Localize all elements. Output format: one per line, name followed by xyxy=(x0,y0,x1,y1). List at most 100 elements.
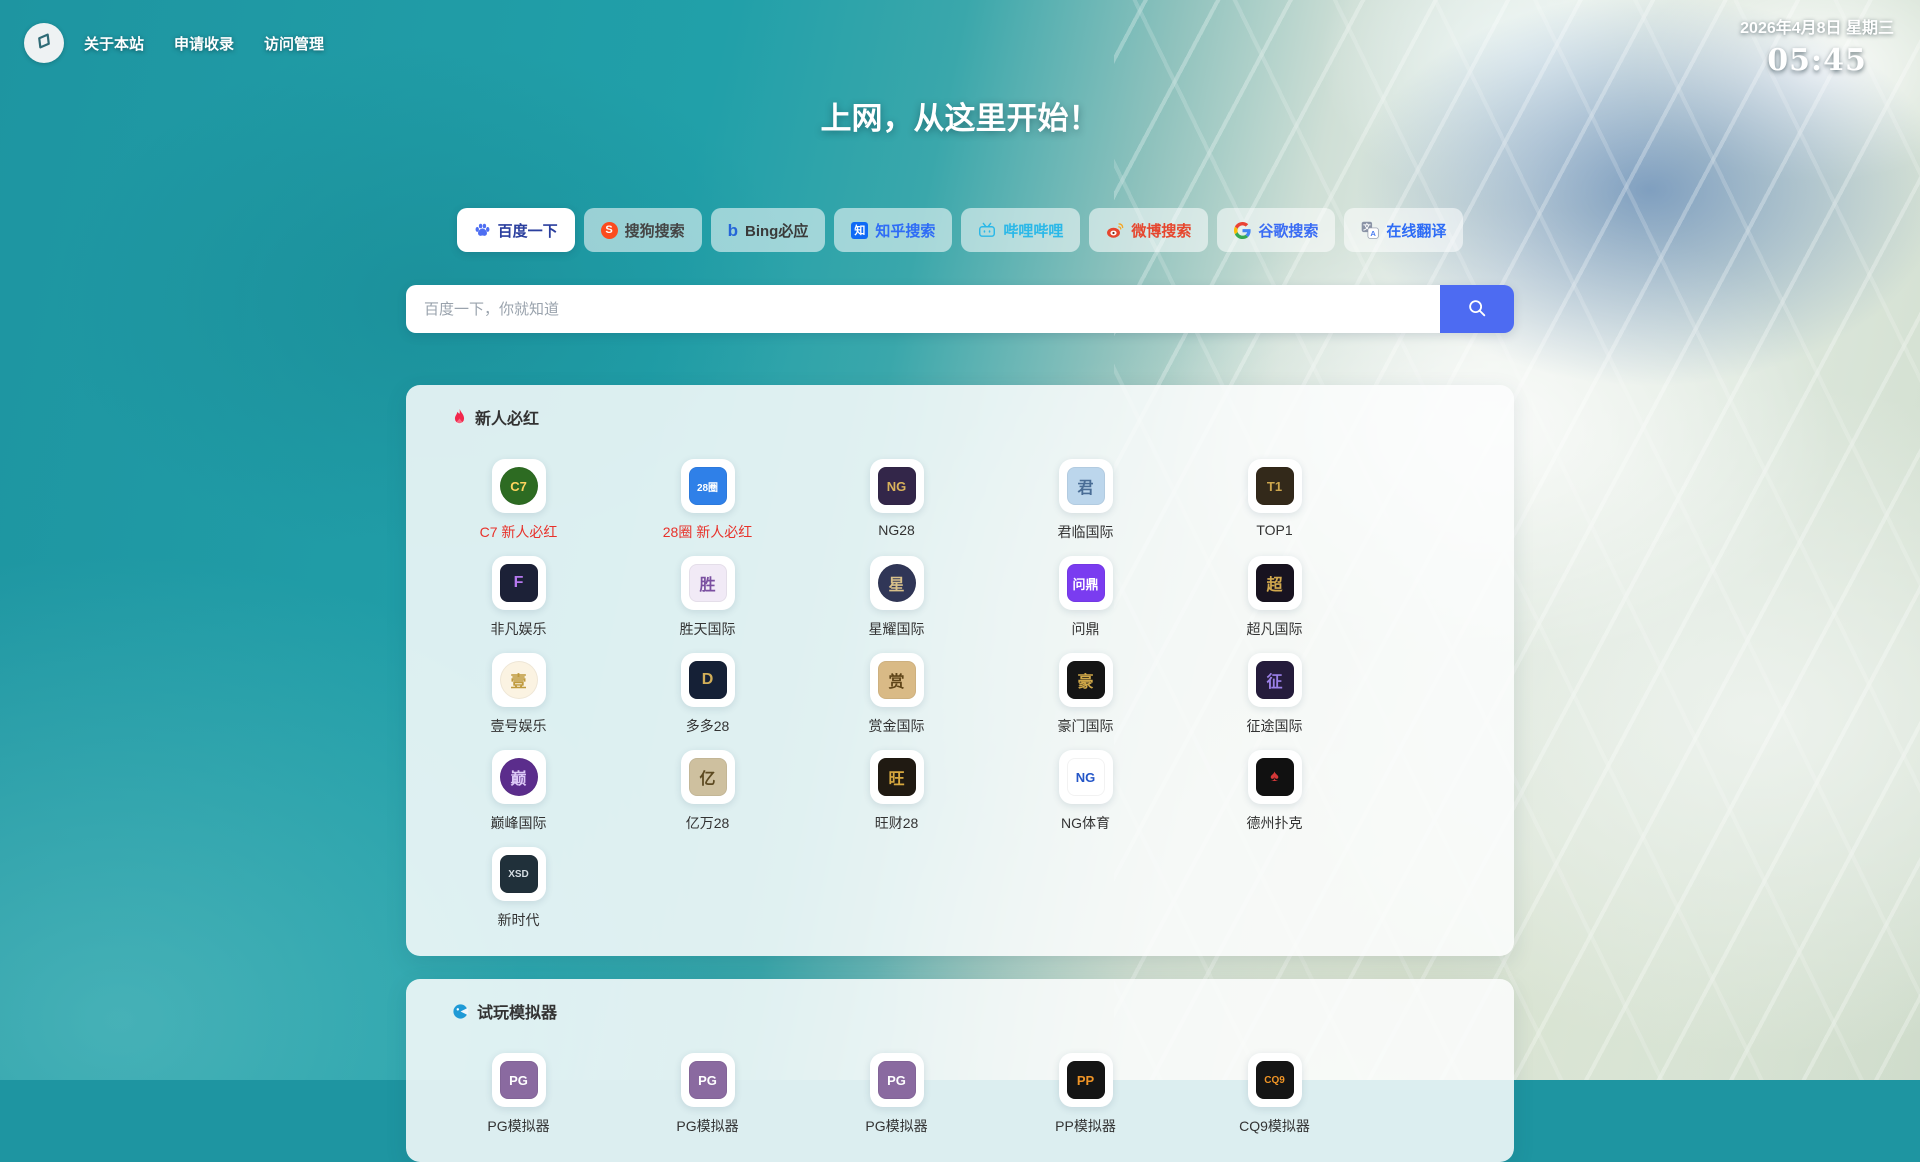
site-item[interactable]: CQ9 CQ9模拟器 xyxy=(1180,1053,1369,1136)
site-label: 旺财28 xyxy=(874,815,919,831)
site-item[interactable]: PP PP模拟器 xyxy=(991,1053,1180,1136)
site-logo: 豪 xyxy=(1058,653,1113,707)
site-item[interactable]: PG PG模拟器 xyxy=(613,1053,802,1136)
search-icon xyxy=(1466,297,1488,322)
site-item[interactable]: 胜胜天国际 xyxy=(613,556,802,639)
engine-tab-label: 知乎搜索 xyxy=(875,222,936,240)
site-item[interactable]: PG PG模拟器 xyxy=(802,1053,991,1136)
zhihu-icon: 知 xyxy=(851,221,869,239)
site-label: 征途国际 xyxy=(1246,718,1303,734)
site-item[interactable]: 超超凡国际 xyxy=(1180,556,1369,639)
site-logo: F xyxy=(491,556,546,610)
main-column: 上网，从这里开始！ 百度一下 S 搜狗搜索 b Bing必应 知知乎搜索 哔哩哔哩 微博搜索 谷… xyxy=(406,0,1514,1162)
site-item[interactable]: NG NG体育 xyxy=(991,750,1180,833)
site-logo: XSD xyxy=(491,847,546,901)
site-item[interactable]: 星星耀国际 xyxy=(802,556,991,639)
engine-tab-label: 搜狗搜索 xyxy=(624,222,685,240)
site-logo-glyph: 壹 xyxy=(499,661,538,699)
search-bar xyxy=(406,285,1514,333)
site-label: NG体育 xyxy=(1061,815,1110,831)
site-label: 28圈 新人必红 xyxy=(662,524,753,540)
site-label: 赏金国际 xyxy=(868,718,925,734)
site-item[interactable]: C7 C7 新人必红 xyxy=(424,459,613,542)
site-label: 亿万28 xyxy=(685,815,730,831)
site-logo: C7 xyxy=(491,459,546,513)
search-engine-tabs: 百度一下 S 搜狗搜索 b Bing必应 知知乎搜索 哔哩哔哩 微博搜索 谷歌搜索 文 A 在线翻译 xyxy=(406,208,1514,252)
engine-tab-label: 在线翻译 xyxy=(1386,222,1447,240)
site-item[interactable]: 壹壹号娱乐 xyxy=(424,653,613,736)
baidu-paw-icon xyxy=(474,222,491,239)
compass-icon xyxy=(33,30,55,57)
site-logo-glyph: 征 xyxy=(1255,661,1294,699)
site-logo-glyph: D xyxy=(688,661,727,699)
search-button[interactable] xyxy=(1440,285,1514,333)
engine-tab-bing[interactable]: b Bing必应 xyxy=(710,208,826,252)
site-item[interactable]: T1 TOP1 xyxy=(1180,459,1369,542)
nav-link-0[interactable]: 关于本站 xyxy=(84,33,144,54)
site-logo: PG xyxy=(491,1053,546,1107)
site-item[interactable]: 赏赏金国际 xyxy=(802,653,991,736)
site-item[interactable]: D 多多28 xyxy=(613,653,802,736)
site-logo[interactable] xyxy=(24,23,64,63)
engine-tab-sogou[interactable]: S 搜狗搜索 xyxy=(583,208,702,252)
top-navigation: 关于本站 申请收录 访问管理 xyxy=(0,0,1920,86)
site-label: C7 新人必红 xyxy=(479,524,558,540)
site-logo-glyph: PG xyxy=(688,1061,727,1099)
site-item[interactable]: NG NG28 xyxy=(802,459,991,542)
engine-tab-label: 哔哩哔哩 xyxy=(1003,222,1064,240)
site-logo: PG xyxy=(869,1053,924,1107)
site-item[interactable]: 征征途国际 xyxy=(1180,653,1369,736)
search-input[interactable] xyxy=(406,285,1440,333)
site-item[interactable]: 问鼎 问鼎 xyxy=(991,556,1180,639)
site-item[interactable]: 巅巅峰国际 xyxy=(424,750,613,833)
engine-tab-baidu-paw[interactable]: 百度一下 xyxy=(456,208,575,252)
section-title: 新人必红 xyxy=(475,411,540,428)
engine-tab-weibo[interactable]: 微博搜索 xyxy=(1089,208,1209,252)
site-label: 豪门国际 xyxy=(1057,718,1114,734)
site-logo: 君 xyxy=(1058,459,1113,513)
site-item[interactable]: ♠ 德州扑克 xyxy=(1180,750,1369,833)
site-logo-glyph: CQ9 xyxy=(1255,1061,1294,1099)
engine-tab-label: Bing必应 xyxy=(745,222,809,240)
site-logo: CQ9 xyxy=(1247,1053,1302,1107)
site-logo-glyph: 超 xyxy=(1255,564,1294,602)
site-logo: PP xyxy=(1058,1053,1113,1107)
site-item[interactable]: 旺旺财28 xyxy=(802,750,991,833)
nav-link-2[interactable]: 访问管理 xyxy=(264,33,324,54)
site-logo: 问鼎 xyxy=(1058,556,1113,610)
site-label: PG模拟器 xyxy=(487,1118,550,1134)
site-logo: 28圈 xyxy=(680,459,735,513)
engine-tab-zhihu[interactable]: 知知乎搜索 xyxy=(834,208,953,252)
site-logo: 胜 xyxy=(680,556,735,610)
site-label: 多多28 xyxy=(685,718,730,734)
site-logo-glyph: XSD xyxy=(499,855,538,893)
engine-tab-bilibili[interactable]: 哔哩哔哩 xyxy=(961,208,1081,252)
site-label: 新时代 xyxy=(497,912,540,928)
site-item[interactable]: 君君临国际 xyxy=(991,459,1180,542)
site-logo-glyph: 豪 xyxy=(1066,661,1105,699)
site-item[interactable]: 亿亿万28 xyxy=(613,750,802,833)
site-logo: 赏 xyxy=(869,653,924,707)
site-item[interactable]: F 非凡娱乐 xyxy=(424,556,613,639)
engine-tab-google[interactable]: 谷歌搜索 xyxy=(1217,208,1336,252)
site-logo-glyph: 问鼎 xyxy=(1066,564,1105,602)
site-item[interactable]: 28圈 28圈 新人必红 xyxy=(613,459,802,542)
site-label: NG28 xyxy=(878,522,915,538)
site-logo-glyph: 胜 xyxy=(688,564,727,602)
engine-tab-translate[interactable]: 文 A 在线翻译 xyxy=(1344,208,1464,252)
site-item[interactable]: PG PG模拟器 xyxy=(424,1053,613,1136)
site-label: 德州扑克 xyxy=(1246,815,1303,831)
site-logo-glyph: F xyxy=(499,564,538,602)
site-item[interactable]: XSD 新时代 xyxy=(424,847,613,930)
game-icon xyxy=(452,1003,469,1020)
site-logo-glyph: PG xyxy=(499,1061,538,1099)
site-item[interactable]: 豪豪门国际 xyxy=(991,653,1180,736)
svg-text:A: A xyxy=(1371,229,1377,238)
site-logo-glyph: PP xyxy=(1066,1061,1105,1099)
site-logo-glyph: 赏 xyxy=(877,661,916,699)
site-logo: ♠ xyxy=(1247,750,1302,804)
site-logo: NG xyxy=(869,459,924,513)
nav-link-1[interactable]: 申请收录 xyxy=(174,33,234,54)
datetime-widget: 2026年4月8日 星期三 05:45 xyxy=(1740,14,1894,78)
flame-icon xyxy=(452,408,467,426)
